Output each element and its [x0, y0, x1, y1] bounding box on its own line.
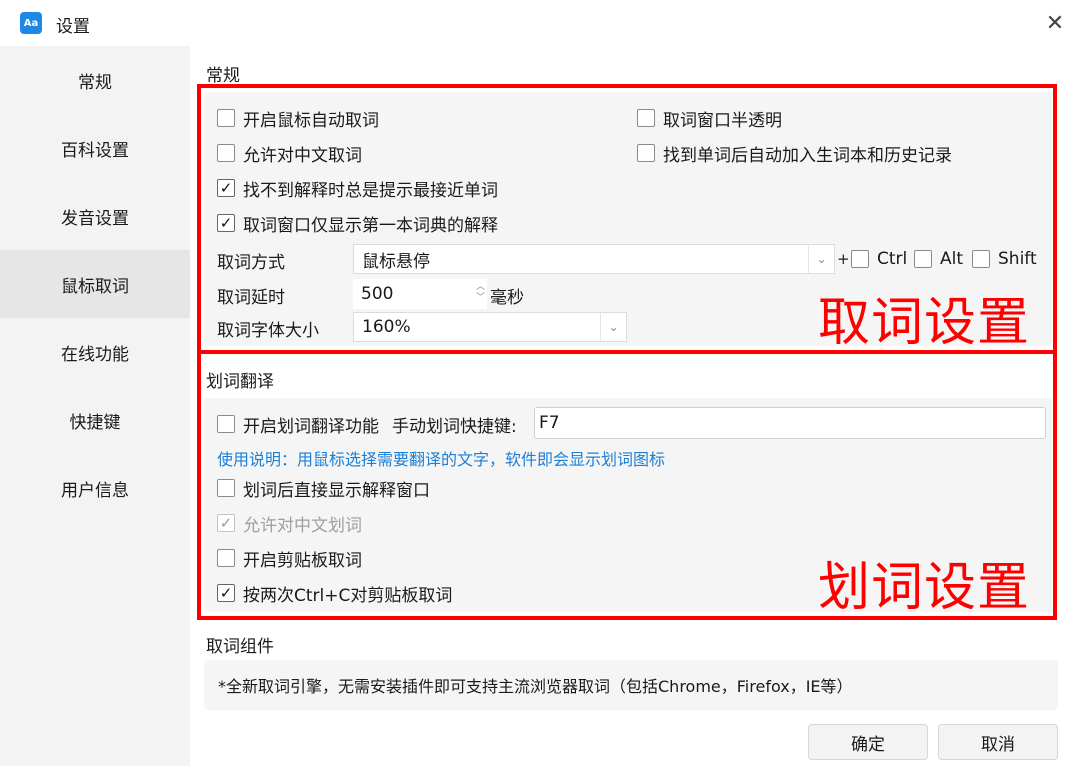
usage-hint: 使用说明：用鼠标选择需要翻译的文字，软件即会显示划词图标 [217, 450, 666, 469]
sidebar-item-shortcuts[interactable]: 快捷键 [0, 386, 190, 454]
font-size-label: 取词字体大小 [217, 321, 319, 341]
option-first-dict-only[interactable]: ✓ 取词窗口仅显示第一本词典的解释 [217, 211, 498, 236]
sidebar-item-pronunciation[interactable]: 发音设置 [0, 182, 190, 250]
hotkey-input[interactable]: F7 [534, 407, 1046, 439]
modifier-alt[interactable]: Alt [914, 247, 963, 271]
checkbox[interactable] [217, 144, 235, 162]
section-title-selection: 划词翻译 [206, 372, 274, 392]
checkbox[interactable] [217, 549, 235, 567]
delay-spinbox[interactable]: 500 ︿ ﹀ [353, 279, 487, 309]
option-allow-chinese-selection: ✓ 允许对中文划词 [217, 511, 362, 536]
chevron-down-icon[interactable]: ⌄ [600, 313, 626, 341]
hotkey-value: F7 [539, 413, 560, 433]
section-title-general: 常规 [206, 66, 240, 86]
checkbox[interactable] [914, 250, 932, 268]
option-label: 按两次Ctrl+C对剪贴板取词 [243, 585, 453, 606]
checkbox[interactable] [972, 250, 990, 268]
checkbox[interactable] [217, 479, 235, 497]
component-note: *全新取词引擎，无需安装插件即可支持主流浏览器取词（包括Chrome，Firef… [218, 677, 853, 696]
option-semi-transparent[interactable]: 取词窗口半透明 [637, 106, 782, 131]
option-label: 找到单词后自动加入生词本和历史记录 [663, 145, 952, 166]
window-title: 设置 [56, 17, 90, 37]
chevron-down-icon[interactable]: ⌄ [808, 245, 834, 273]
option-label: 取词窗口半透明 [663, 110, 782, 131]
modifier-ctrl[interactable]: Ctrl [851, 247, 907, 271]
cancel-button[interactable]: 取消 [938, 724, 1058, 760]
option-label: 划词后直接显示解释窗口 [243, 480, 430, 501]
font-size-select[interactable]: 160% ⌄ [353, 312, 627, 342]
option-clipboard[interactable]: 开启剪贴板取词 [217, 546, 362, 571]
delay-label: 取词延时 [217, 288, 285, 308]
checkbox[interactable] [851, 250, 869, 268]
check-icon[interactable]: ✓ [217, 179, 235, 197]
checkbox[interactable] [217, 415, 235, 433]
sidebar-item-general[interactable]: 常规 [0, 46, 190, 114]
sidebar: 常规 百科设置 发音设置 鼠标取词 在线功能 快捷键 用户信息 [0, 46, 190, 766]
checkbox[interactable] [637, 144, 655, 162]
plus-sign: + [837, 250, 850, 268]
option-suggest-nearest[interactable]: ✓ 找不到解释时总是提示最接近单词 [217, 176, 498, 201]
lookup-mode-label: 取词方式 [217, 253, 285, 273]
checkbox[interactable] [637, 109, 655, 127]
sidebar-item-encyclopedia[interactable]: 百科设置 [0, 114, 190, 182]
option-allow-chinese[interactable]: 允许对中文取词 [217, 141, 362, 166]
modifier-label: Ctrl [877, 249, 908, 269]
option-auto-add-history[interactable]: 找到单词后自动加入生词本和历史记录 [637, 141, 952, 166]
option-label: 开启剪贴板取词 [243, 550, 362, 571]
lookup-mode-value: 鼠标悬停 [362, 251, 430, 272]
option-mouse-auto[interactable]: 开启鼠标自动取词 [217, 106, 379, 131]
option-enable-selection[interactable]: 开启划词翻译功能 [217, 412, 379, 437]
option-label: 找不到解释时总是提示最接近单词 [243, 180, 498, 201]
option-double-ctrl-c[interactable]: ✓ 按两次Ctrl+C对剪贴板取词 [217, 581, 453, 606]
hotkey-label: 手动划词快捷键: [392, 417, 517, 437]
ok-button[interactable]: 确定 [808, 724, 928, 760]
option-label: 允许对中文取词 [243, 145, 362, 166]
check-icon[interactable]: ✓ [217, 214, 235, 232]
title-bar: Aa 设置 ✕ [0, 0, 1080, 46]
delay-unit: 毫秒 [490, 288, 524, 308]
checkbox[interactable] [217, 109, 235, 127]
section-title-component: 取词组件 [206, 637, 274, 657]
modifier-label: Alt [940, 249, 964, 269]
annotation-selection-settings: 划词设置 [818, 558, 1031, 618]
sidebar-item-mouse-lookup[interactable]: 鼠标取词 [0, 250, 190, 318]
option-label: 开启划词翻译功能 [243, 416, 379, 437]
modifier-label: Shift [998, 249, 1037, 269]
delay-value: 500 [361, 284, 394, 304]
option-show-window[interactable]: 划词后直接显示解释窗口 [217, 476, 430, 501]
spinner-arrows-icon[interactable]: ︿ ﹀ [476, 282, 485, 304]
check-icon[interactable]: ✓ [217, 584, 235, 602]
font-size-value: 160% [362, 317, 411, 337]
annotation-lookup-settings: 取词设置 [818, 293, 1031, 353]
option-label: 开启鼠标自动取词 [243, 110, 379, 131]
modifier-shift[interactable]: Shift [972, 247, 1037, 271]
option-label: 取词窗口仅显示第一本词典的解释 [243, 215, 498, 236]
app-logo-icon: Aa [20, 12, 42, 34]
sidebar-item-user-info[interactable]: 用户信息 [0, 454, 190, 522]
sidebar-item-online[interactable]: 在线功能 [0, 318, 190, 386]
lookup-mode-select[interactable]: 鼠标悬停 ⌄ [353, 244, 835, 274]
check-icon: ✓ [217, 514, 235, 532]
close-icon[interactable]: ✕ [1040, 8, 1070, 38]
option-label: 允许对中文划词 [243, 515, 362, 536]
component-note-panel: *全新取词引擎，无需安装插件即可支持主流浏览器取词（包括Chrome，Firef… [204, 660, 1058, 710]
